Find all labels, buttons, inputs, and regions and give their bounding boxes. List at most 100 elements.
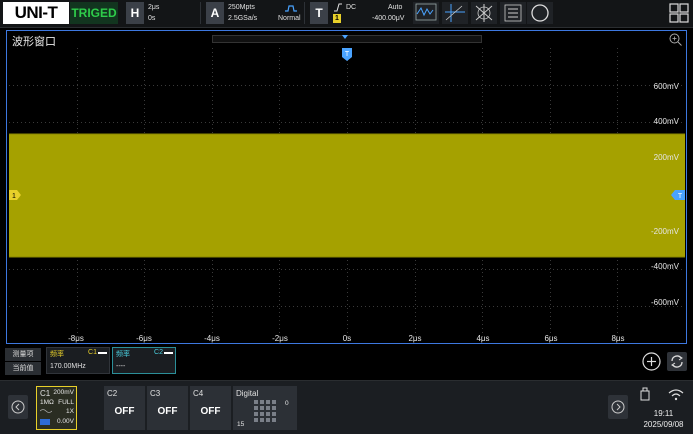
channel-state: OFF (114, 406, 135, 417)
channel-probe: 1X (66, 408, 74, 415)
y-axis-label: -200mV (650, 227, 679, 236)
clock-time: 19:11 (653, 409, 674, 418)
zoom-icon[interactable] (669, 33, 682, 46)
trigger-status-badge: TRIGED (70, 2, 118, 24)
measurement-value: 170.00MHz (50, 363, 86, 370)
graticule (9, 48, 685, 343)
scroll-right-button[interactable] (608, 395, 628, 419)
add-measurement-icon[interactable] (642, 352, 661, 371)
clock-date: 2025/09/08 (643, 420, 684, 429)
sample-rate-value[interactable]: 2.5GSa/s (228, 15, 257, 22)
channel-name: C3 (150, 389, 161, 398)
trigger-sweep-value[interactable]: Auto (388, 4, 402, 11)
y-axis-label: -600mV (650, 298, 679, 307)
channel-1-trace (9, 134, 685, 257)
scroll-left-button[interactable] (8, 395, 28, 419)
circle-icon (531, 4, 549, 22)
trigger-level-marker[interactable]: T (671, 190, 685, 200)
trigger-level-value[interactable]: -400.00μV (372, 15, 404, 22)
chevron-right-icon (611, 400, 625, 414)
measurement-box-c2-frequency[interactable]: 频率 C2 ---- (112, 347, 176, 374)
y-axis-label: -400mV (650, 262, 679, 271)
measurement-box-c1-frequency[interactable]: 频率 C1 170.00MHz (46, 347, 110, 374)
channel-c3-card[interactable]: C3 OFF (147, 386, 188, 430)
digital-channel-card[interactable]: Digital 0 15 (233, 386, 297, 430)
channel-name: C2 (107, 389, 118, 398)
waveform-grid[interactable]: T 1 T 600mV 400mV 200mV -200mV -400mV -6… (9, 48, 685, 343)
horizontal-menu-button[interactable]: H (126, 2, 144, 24)
bottom-channel-bar: C1 200mV 1MΩ FULL 1X 0.00V C2 OFF C3 OFF… (0, 380, 693, 434)
usb-storage-icon (640, 387, 650, 401)
memory-position-marker (342, 35, 348, 39)
acquire-menu-button[interactable]: A (206, 2, 224, 24)
y-axis-label: 200mV (653, 153, 679, 162)
cursor-icon (445, 4, 465, 22)
y-axis-label: 600mV (653, 82, 679, 91)
separator (200, 2, 201, 24)
brand-logo: UNI-T (3, 2, 69, 24)
math-icon (475, 4, 493, 22)
measure-value-header: 当前值 (5, 362, 41, 375)
separator (304, 2, 305, 24)
digital-top-value: 0 (285, 400, 289, 407)
list-icon (504, 4, 522, 22)
digital-grid-icon (254, 400, 276, 422)
channel-c1-card[interactable]: C1 200mV 1MΩ FULL 1X 0.00V (36, 386, 77, 430)
digital-name: Digital (236, 389, 259, 398)
memory-depth-value[interactable]: 250Mpts (228, 4, 255, 11)
svg-text:T: T (345, 51, 350, 58)
decode-button[interactable] (500, 2, 526, 24)
channel-impedance: 1MΩ (40, 399, 54, 406)
y-axis-label: 400mV (653, 117, 679, 126)
x-axis-label: 8μs (611, 334, 625, 343)
status-area: 19:11 2025/09/08 (636, 385, 691, 433)
chevron-left-icon (11, 400, 25, 414)
x-axis-label: -2μs (272, 334, 288, 343)
channel-scale: 200mV (53, 389, 74, 396)
waveform-window[interactable]: 波形窗口 T 1 T 600mV 400mV 200mV -200mV -400… (6, 30, 687, 344)
measurement-channel: C2 (154, 349, 163, 356)
refresh-icon (671, 355, 683, 368)
acquire-mode-icon (285, 5, 297, 12)
acquire-mode-value[interactable]: Normal (278, 15, 301, 22)
waveform-display-button[interactable] (413, 2, 439, 24)
trigger-source-badge: 1 (333, 14, 341, 23)
channel-name: C1 (40, 389, 51, 398)
x-axis-label: 4μs (476, 334, 490, 343)
rising-edge-icon (334, 3, 342, 12)
trigger-coupling-value[interactable]: DC (346, 4, 356, 11)
digital-bottom-value: 15 (237, 421, 245, 428)
channel-name: C4 (193, 389, 204, 398)
math-button[interactable] (471, 2, 497, 24)
measurement-name: 频率 (116, 351, 130, 358)
measure-item-header[interactable]: 测量项 (5, 348, 41, 361)
waveform-window-title: 波形窗口 (12, 36, 56, 48)
coupling-icon (40, 409, 52, 413)
invert-icon (40, 419, 50, 425)
channel-bandwidth: FULL (58, 399, 74, 406)
waveform-display-icon (415, 3, 437, 21)
grid-menu-icon[interactable] (669, 2, 689, 24)
x-axis-label: 0s (342, 334, 352, 343)
channel-c4-card[interactable]: C4 OFF (190, 386, 231, 430)
channel-1-offset-marker[interactable]: 1 (9, 190, 21, 200)
trigger-menu-button[interactable]: T (310, 2, 328, 24)
x-axis-label: -4μs (204, 334, 220, 343)
search-button[interactable] (527, 2, 553, 24)
timebase-value[interactable]: 2μs (148, 4, 159, 11)
trigger-position-marker[interactable]: T (342, 48, 352, 61)
channel-offset: 0.00V (57, 418, 74, 425)
svg-text:T: T (678, 193, 683, 200)
channel-state: OFF (200, 406, 221, 417)
x-axis-label: 6μs (544, 334, 558, 343)
x-axis-label: 2μs (408, 334, 422, 343)
horizontal-position-value[interactable]: 0s (148, 15, 155, 22)
measurement-name: 频率 (50, 351, 64, 358)
channel-line-marker (164, 352, 173, 354)
cursor-button[interactable] (442, 2, 468, 24)
channel-c2-card[interactable]: C2 OFF (104, 386, 145, 430)
x-axis-label: -8μs (68, 334, 84, 343)
refresh-button[interactable] (667, 352, 687, 371)
measurement-value: ---- (116, 363, 126, 370)
svg-text:1: 1 (12, 193, 16, 200)
